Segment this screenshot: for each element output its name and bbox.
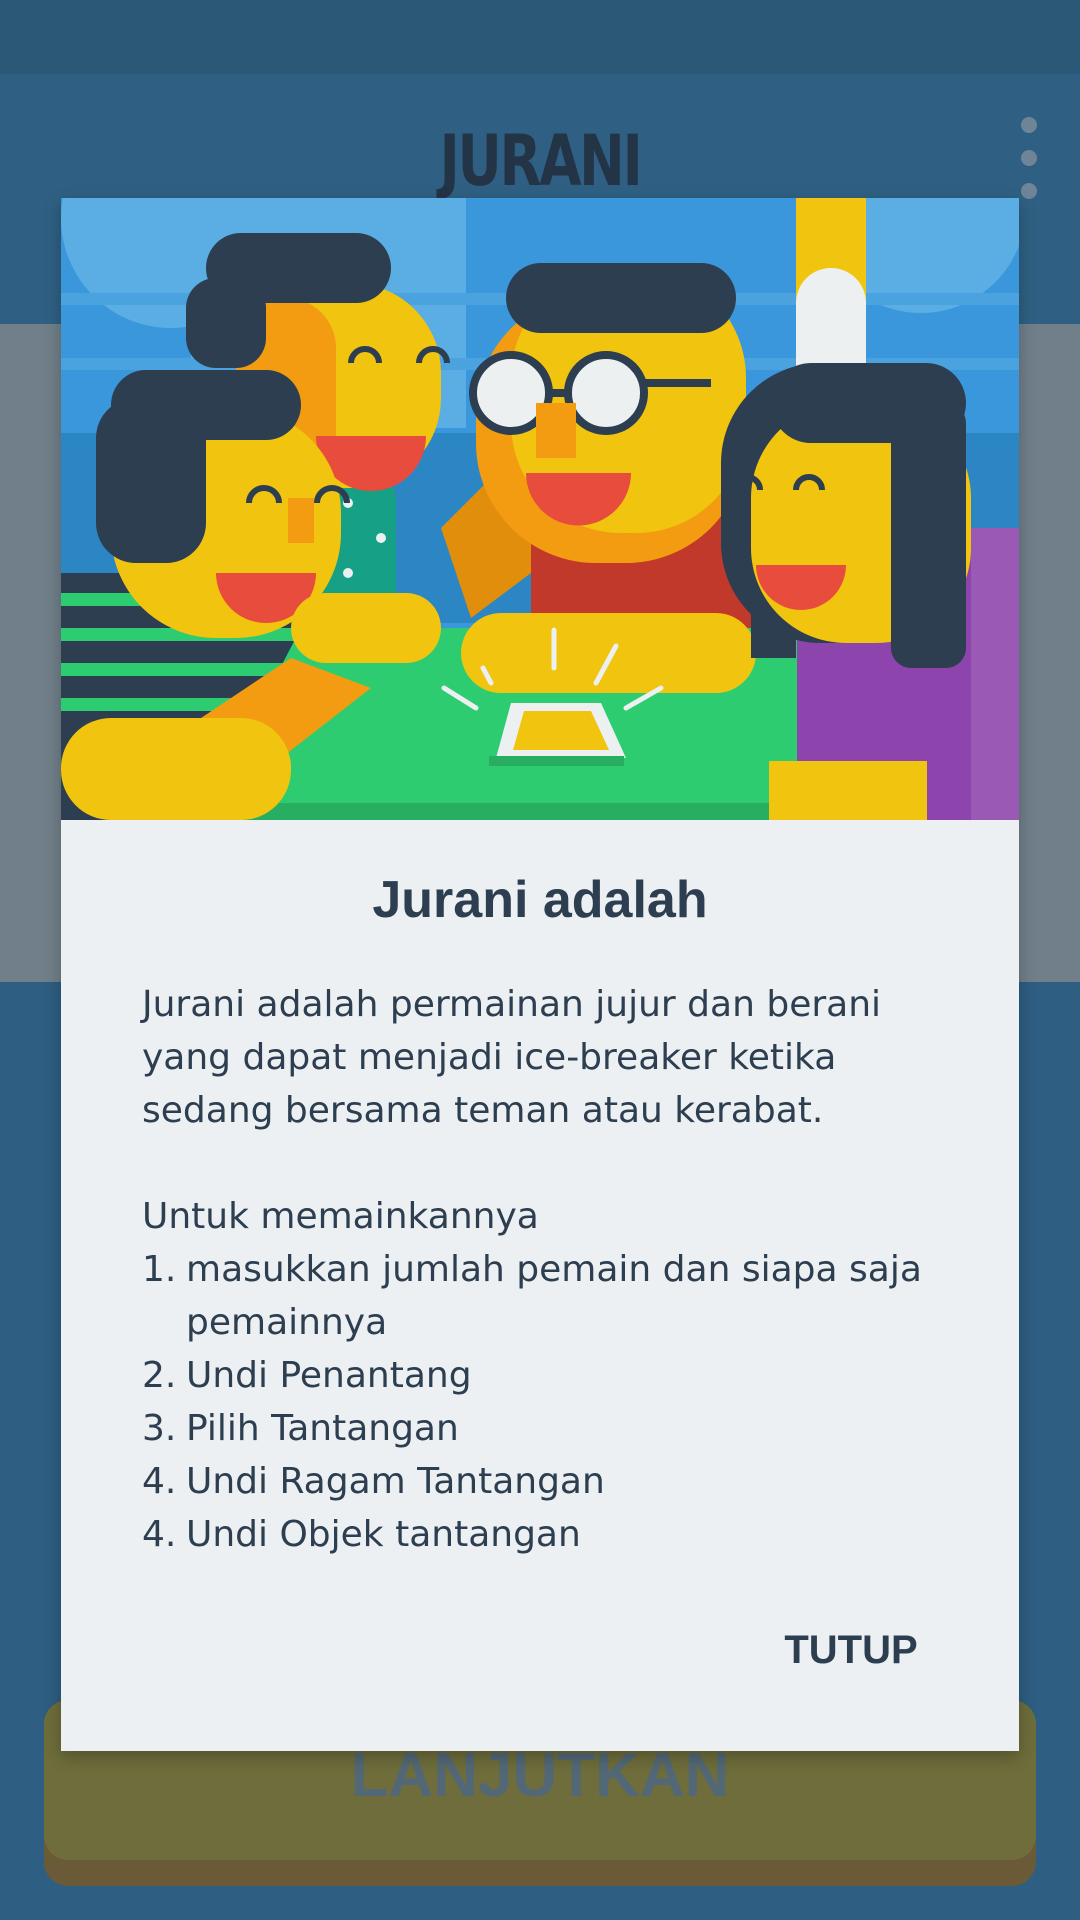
step-item: 4. Undi Objek tantangan xyxy=(142,1514,581,1555)
step-item: 4. Undi Ragam Tantangan xyxy=(142,1461,605,1502)
app-title: JURANI xyxy=(439,120,643,202)
intro-paragraph: Jurani adalah permainan jujur dan berani… xyxy=(142,984,882,1131)
group-of-friends-playing-illustration xyxy=(61,198,1019,820)
steps-list: 1. masukkan jumlah pemain dan siapa saja … xyxy=(142,1243,962,1561)
more-vert-icon[interactable] xyxy=(1012,112,1046,212)
step-item: 2. Undi Penantang xyxy=(142,1355,472,1396)
about-dialog: Jurani adalah Jurani adalah permainan ju… xyxy=(61,198,1019,1751)
dialog-title: Jurani adalah xyxy=(372,871,708,929)
close-button[interactable]: TUTUP xyxy=(751,1620,951,1680)
status-bar xyxy=(0,0,1080,74)
dialog-body: Jurani adalah permainan jujur dan berani… xyxy=(142,978,962,1561)
steps-heading: Untuk memainkannya xyxy=(142,1196,539,1237)
step-item: 1. masukkan jumlah pemain dan siapa saja … xyxy=(142,1249,922,1343)
step-item: 3. Pilih Tantangan xyxy=(142,1408,459,1449)
